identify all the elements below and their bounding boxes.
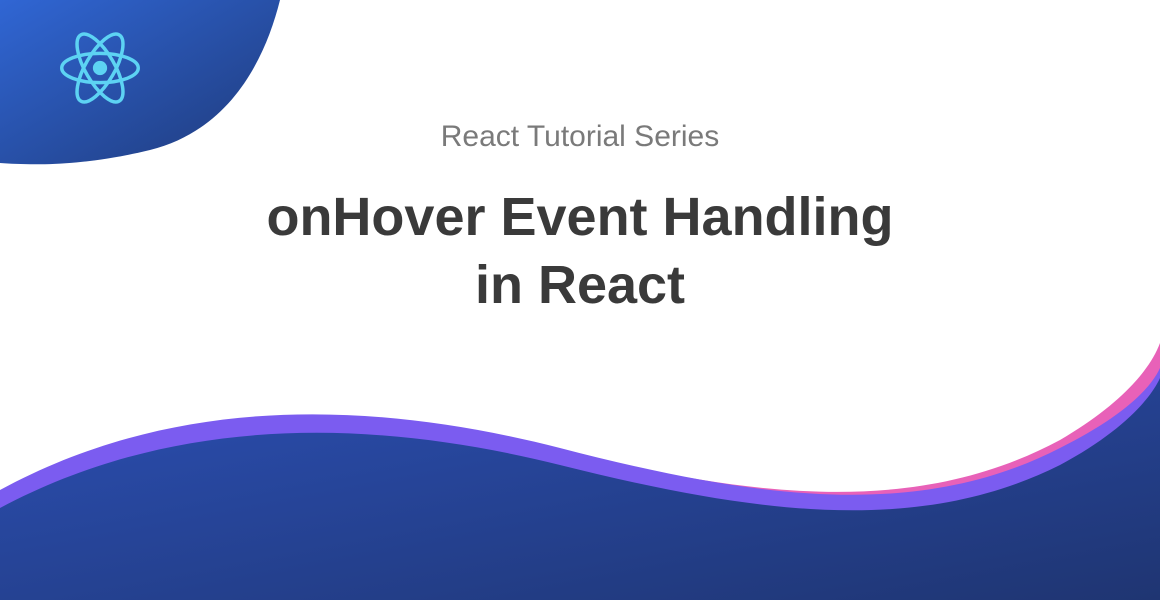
react-logo-icon	[60, 28, 140, 108]
title-line-2: in React	[475, 255, 685, 315]
series-subtitle: React Tutorial Series	[0, 120, 1160, 154]
bottom-wave-shape	[0, 340, 1160, 600]
title-line-1: onHover Event Handling	[266, 187, 893, 247]
page-title: onHover Event Handling in React	[0, 184, 1160, 319]
